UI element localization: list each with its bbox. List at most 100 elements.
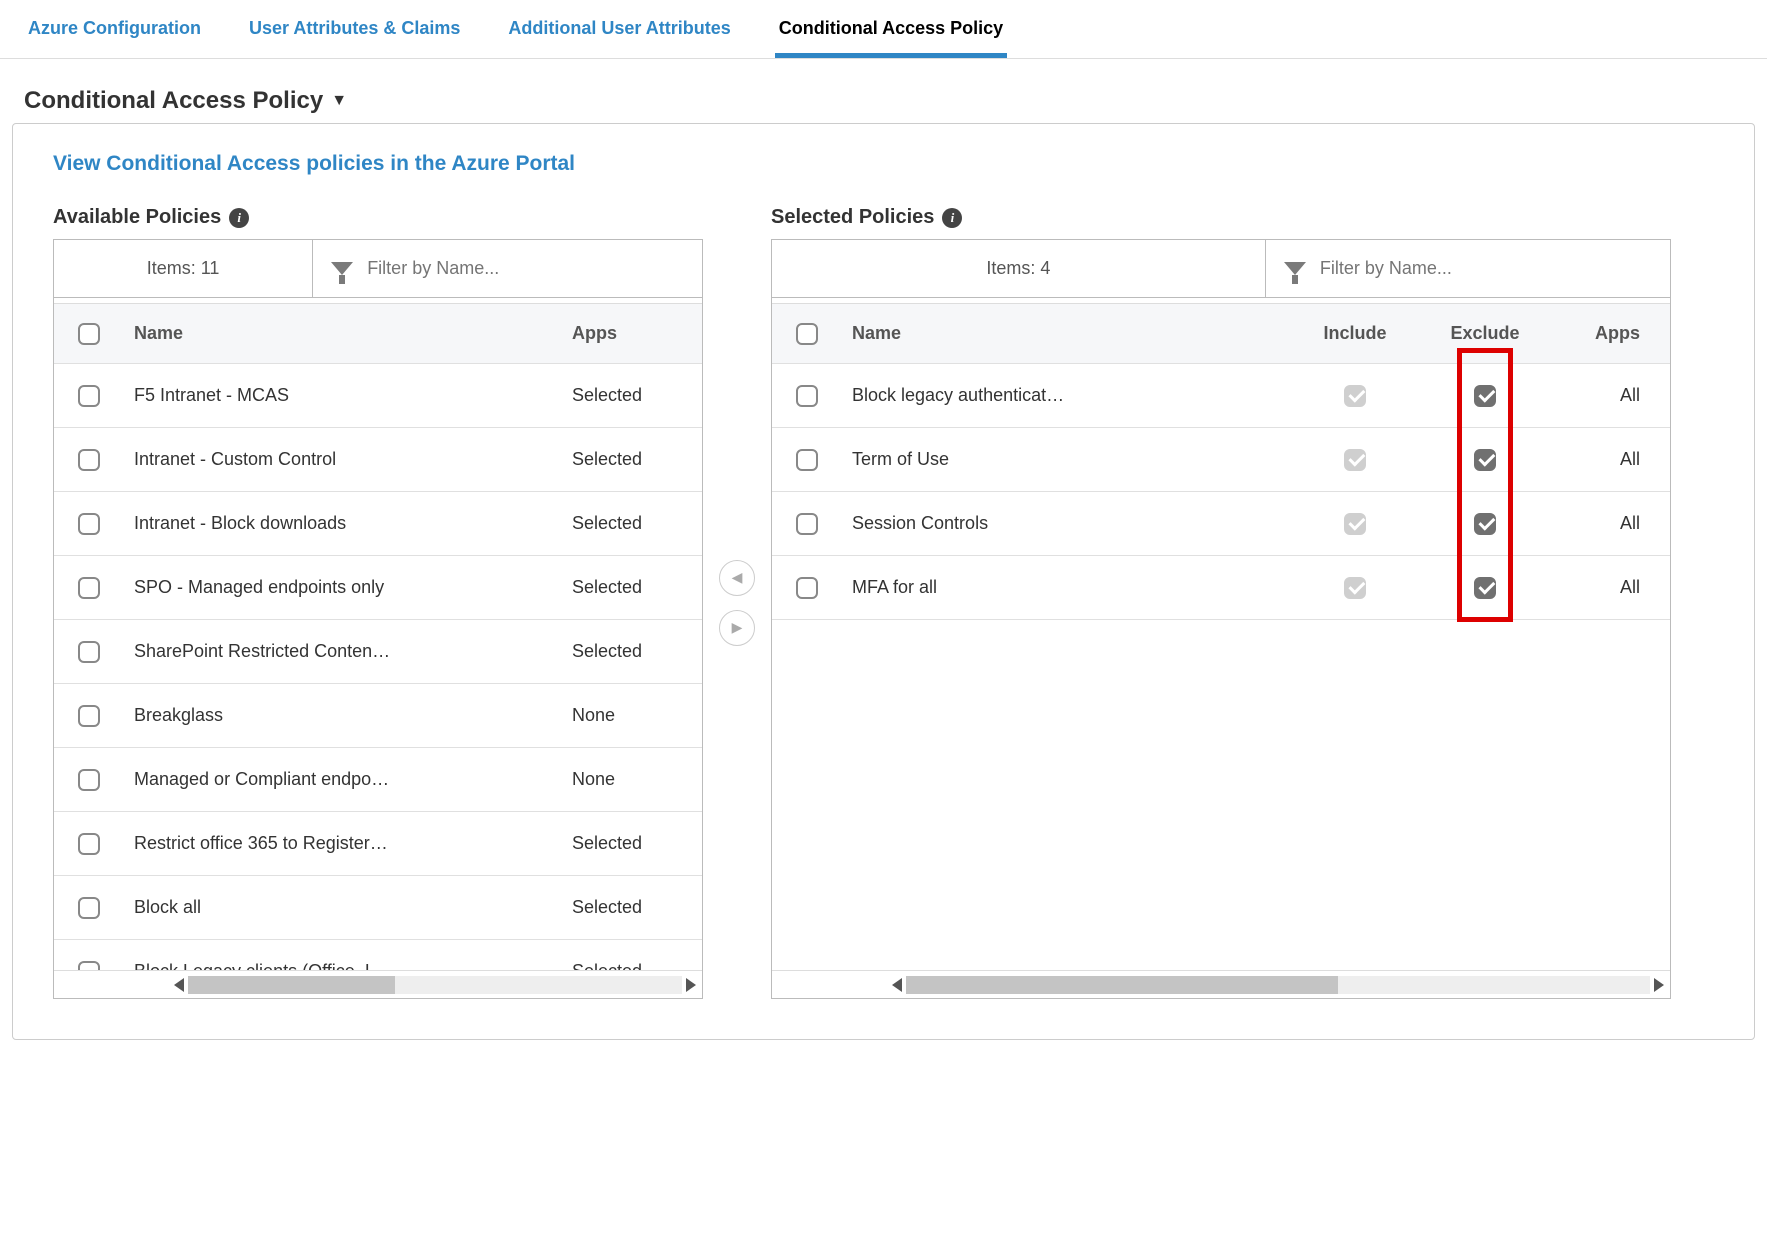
exclude-checkbox[interactable] xyxy=(1474,385,1496,407)
tab-bar: Azure Configuration User Attributes & Cl… xyxy=(0,0,1767,59)
row-checkbox[interactable] xyxy=(78,577,100,599)
row-apps: Selected xyxy=(562,449,702,470)
scroll-right-icon xyxy=(1654,978,1664,992)
include-checkbox xyxy=(1344,577,1366,599)
row-name: Intranet - Block downloads xyxy=(124,513,562,534)
selected-header-apps[interactable]: Apps xyxy=(1550,323,1670,344)
row-name: Breakglass xyxy=(124,705,562,726)
table-row[interactable]: Intranet - Custom ControlSelected xyxy=(54,428,702,492)
info-icon[interactable]: i xyxy=(229,208,249,228)
table-row[interactable]: Intranet - Block downloadsSelected xyxy=(54,492,702,556)
policy-panel: View Conditional Access policies in the … xyxy=(12,123,1755,1040)
available-title: Available Policies xyxy=(53,206,221,229)
move-right-button[interactable]: ▶ xyxy=(719,610,755,646)
selected-select-all-checkbox[interactable] xyxy=(796,323,818,345)
row-checkbox[interactable] xyxy=(78,897,100,919)
section-title-dropdown[interactable]: Conditional Access Policy ▼ xyxy=(0,59,1767,123)
selected-header-exclude[interactable]: Exclude xyxy=(1420,323,1550,344)
row-apps: All xyxy=(1550,513,1670,534)
available-select-all-checkbox[interactable] xyxy=(78,323,100,345)
tab-conditional-access-policy[interactable]: Conditional Access Policy xyxy=(775,8,1007,58)
include-checkbox xyxy=(1344,513,1366,535)
selected-items-count: Items: 4 xyxy=(772,240,1266,297)
row-name: Intranet - Custom Control xyxy=(124,449,562,470)
caret-down-icon: ▼ xyxy=(331,92,347,110)
selected-header-name[interactable]: Name xyxy=(842,323,1290,344)
row-name: MFA for all xyxy=(842,577,1290,598)
tab-additional-user-attributes[interactable]: Additional User Attributes xyxy=(504,8,734,58)
row-apps: All xyxy=(1550,449,1670,470)
row-apps: Selected xyxy=(562,961,702,970)
row-name: Block Legacy clients (Office, I… xyxy=(124,961,562,970)
selected-policies-column: Selected Policies i Items: 4 Name Includ… xyxy=(771,206,1671,999)
available-hscroll[interactable] xyxy=(54,970,702,998)
table-row[interactable]: Managed or Compliant endpo…None xyxy=(54,748,702,812)
row-name: Session Controls xyxy=(842,513,1290,534)
table-row[interactable]: Block legacy authenticat… All xyxy=(772,364,1670,428)
exclude-checkbox[interactable] xyxy=(1474,449,1496,471)
table-row[interactable]: SharePoint Restricted Conten…Selected xyxy=(54,620,702,684)
row-checkbox[interactable] xyxy=(78,961,100,971)
row-checkbox[interactable] xyxy=(796,385,818,407)
move-left-button[interactable]: ◀ xyxy=(719,560,755,596)
include-checkbox xyxy=(1344,449,1366,471)
available-header-apps[interactable]: Apps xyxy=(562,323,702,344)
available-filter-input[interactable] xyxy=(365,257,684,280)
row-checkbox[interactable] xyxy=(78,769,100,791)
info-icon[interactable]: i xyxy=(942,208,962,228)
scroll-right-icon xyxy=(686,978,696,992)
available-policies-column: Available Policies i Items: 11 Name Apps xyxy=(53,206,703,999)
available-table: Items: 11 Name Apps F5 Intranet - MCASSe… xyxy=(53,239,703,999)
row-checkbox[interactable] xyxy=(78,449,100,471)
exclude-checkbox[interactable] xyxy=(1474,577,1496,599)
row-checkbox[interactable] xyxy=(78,705,100,727)
selected-title: Selected Policies xyxy=(771,206,934,229)
available-rows-scroll[interactable]: F5 Intranet - MCASSelectedIntranet - Cus… xyxy=(54,364,702,970)
table-row[interactable]: Term of Use All xyxy=(772,428,1670,492)
available-header-name[interactable]: Name xyxy=(124,323,562,344)
row-checkbox[interactable] xyxy=(78,833,100,855)
row-apps: Selected xyxy=(562,897,702,918)
row-apps: Selected xyxy=(562,641,702,662)
table-row[interactable]: MFA for allAll xyxy=(772,556,1670,620)
selected-header-include[interactable]: Include xyxy=(1290,323,1420,344)
row-name: SharePoint Restricted Conten… xyxy=(124,641,562,662)
row-name: Block legacy authenticat… xyxy=(842,385,1290,406)
table-row[interactable]: SPO - Managed endpoints onlySelected xyxy=(54,556,702,620)
row-name: F5 Intranet - MCAS xyxy=(124,385,562,406)
dual-list-mover: ◀ ▶ xyxy=(719,560,755,646)
row-name: Managed or Compliant endpo… xyxy=(124,769,562,790)
table-row[interactable]: Restrict office 365 to Register…Selected xyxy=(54,812,702,876)
row-apps: Selected xyxy=(562,513,702,534)
tab-azure-configuration[interactable]: Azure Configuration xyxy=(24,8,205,58)
tab-user-attributes-claims[interactable]: User Attributes & Claims xyxy=(245,8,464,58)
row-checkbox[interactable] xyxy=(796,513,818,535)
table-row[interactable]: BreakglassNone xyxy=(54,684,702,748)
row-name: Term of Use xyxy=(842,449,1290,470)
row-apps: None xyxy=(562,705,702,726)
table-row[interactable]: F5 Intranet - MCASSelected xyxy=(54,364,702,428)
row-apps: None xyxy=(562,769,702,790)
row-apps: Selected xyxy=(562,577,702,598)
table-row[interactable]: Block allSelected xyxy=(54,876,702,940)
row-apps: Selected xyxy=(562,833,702,854)
row-name: Restrict office 365 to Register… xyxy=(124,833,562,854)
selected-hscroll[interactable] xyxy=(772,970,1670,998)
filter-icon xyxy=(331,262,353,275)
filter-icon xyxy=(1284,262,1306,275)
exclude-checkbox[interactable] xyxy=(1474,513,1496,535)
row-checkbox[interactable] xyxy=(78,513,100,535)
row-checkbox[interactable] xyxy=(796,577,818,599)
row-checkbox[interactable] xyxy=(78,641,100,663)
table-row[interactable]: Session Controls All xyxy=(772,492,1670,556)
row-checkbox[interactable] xyxy=(78,385,100,407)
view-portal-link[interactable]: View Conditional Access policies in the … xyxy=(53,152,1714,176)
include-checkbox xyxy=(1344,385,1366,407)
selected-filter-input[interactable] xyxy=(1318,257,1652,280)
selected-rows-scroll[interactable]: Block legacy authenticat… All Term of Use A… xyxy=(772,364,1670,970)
row-name: Block all xyxy=(124,897,562,918)
table-row[interactable]: Block Legacy clients (Office, I…Selected xyxy=(54,940,702,970)
row-checkbox[interactable] xyxy=(796,449,818,471)
row-apps: All xyxy=(1550,385,1670,406)
row-name: SPO - Managed endpoints only xyxy=(124,577,562,598)
